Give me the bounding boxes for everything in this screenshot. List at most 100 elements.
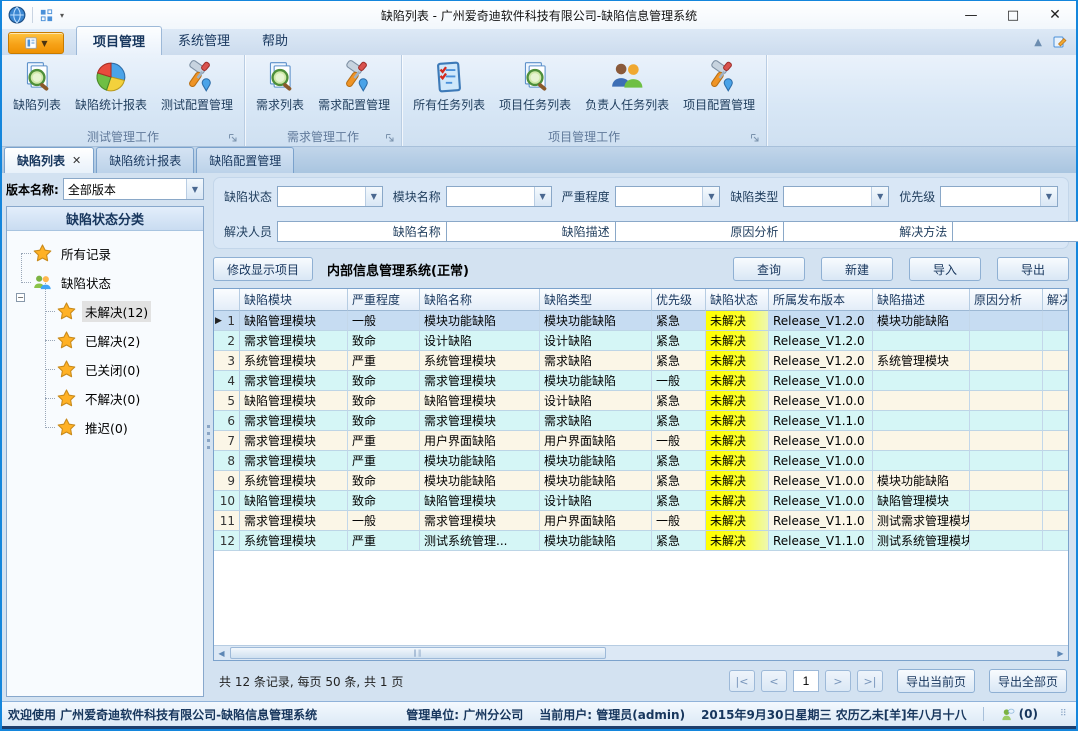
- table-row[interactable]: 11需求管理模块一般需求管理模块用户界面缺陷一般未解决Release_V1.1.…: [214, 511, 1068, 531]
- row-header-cell[interactable]: 4: [214, 371, 240, 391]
- column-header-3[interactable]: 缺陷类型: [540, 289, 652, 311]
- row-header-cell[interactable]: 9: [214, 471, 240, 491]
- chevron-down-icon[interactable]: ▼: [871, 187, 888, 206]
- tree-item-defect-status[interactable]: 缺陷状态: [7, 268, 203, 297]
- horizontal-scrollbar[interactable]: ◀ ‖‖ ▶: [214, 645, 1068, 660]
- ribbon-tab-project-management[interactable]: 项目管理: [76, 26, 162, 55]
- column-header-5[interactable]: 缺陷状态: [706, 289, 769, 311]
- table-row[interactable]: 7需求管理模块严重用户界面缺陷用户界面缺陷一般未解决Release_V1.0.0: [214, 431, 1068, 451]
- owner-task-list-button[interactable]: 负责人任务列表: [578, 57, 676, 116]
- close-button[interactable]: ✕: [1034, 1, 1076, 29]
- modify-display-items-button[interactable]: 修改显示项目: [213, 257, 313, 281]
- table-row[interactable]: 1▶缺陷管理模块一般模块功能缺陷模块功能缺陷紧急未解决Release_V1.2.…: [214, 311, 1068, 331]
- doc-tab-defect-list[interactable]: 缺陷列表✕: [4, 147, 94, 173]
- table-row[interactable]: 2需求管理模块致命设计缺陷设计缺陷紧急未解决Release_V1.2.0: [214, 331, 1068, 351]
- tree-item-all-records[interactable]: 所有记录: [7, 239, 203, 268]
- row-header-cell[interactable]: 12: [214, 531, 240, 551]
- filter-select-severity[interactable]: ▼: [615, 186, 721, 207]
- message-indicator[interactable]: (0): [1000, 707, 1038, 722]
- all-task-list-button[interactable]: 所有任务列表: [406, 57, 492, 116]
- chevron-down-icon[interactable]: ▼: [1040, 187, 1057, 206]
- chevron-down-icon[interactable]: ▼: [702, 187, 719, 206]
- row-header-cell[interactable]: 6: [214, 411, 240, 431]
- page-number-input[interactable]: [793, 670, 819, 692]
- column-header-0[interactable]: 缺陷模块: [240, 289, 348, 311]
- filter-input-solution[interactable]: [952, 221, 1078, 242]
- tree-item-postponed[interactable]: 推迟(0): [7, 413, 203, 442]
- requirement-config-management-button[interactable]: 需求配置管理: [311, 57, 397, 116]
- splitter-handle[interactable]: [204, 173, 213, 701]
- table-row[interactable]: 4需求管理模块致命需求管理模块模块功能缺陷一般未解决Release_V1.0.0: [214, 371, 1068, 391]
- filter-select-module-name[interactable]: ▼: [446, 186, 552, 207]
- test-config-management-button[interactable]: 测试配置管理: [154, 57, 240, 116]
- doc-tab-defect-config-management[interactable]: 缺陷配置管理: [196, 147, 294, 173]
- dialog-launcher-icon[interactable]: [750, 132, 760, 142]
- table-row[interactable]: 5缺陷管理模块致命缺陷管理模块设计缺陷紧急未解决Release_V1.0.0: [214, 391, 1068, 411]
- requirement-list-button[interactable]: 需求列表: [249, 57, 311, 116]
- last-page-button[interactable]: >|: [857, 670, 883, 692]
- minimize-button[interactable]: —: [950, 1, 992, 29]
- ribbon-tab-help[interactable]: 帮助: [246, 26, 304, 55]
- row-header-cell[interactable]: 5: [214, 391, 240, 411]
- ribbon-tab-system-management[interactable]: 系统管理: [162, 26, 246, 55]
- export-button[interactable]: 导出: [997, 257, 1069, 281]
- tree-item-wont-fix[interactable]: 不解决(0): [7, 384, 203, 413]
- app-menu-button[interactable]: ▼: [8, 32, 64, 54]
- column-header-9[interactable]: 解决: [1043, 289, 1068, 311]
- close-tab-icon[interactable]: ✕: [72, 154, 81, 167]
- quick-access-grid-icon[interactable]: [39, 8, 54, 23]
- export-all-pages-button[interactable]: 导出全部页: [989, 669, 1067, 693]
- row-header-cell[interactable]: 11: [214, 511, 240, 531]
- export-current-page-button[interactable]: 导出当前页: [897, 669, 975, 693]
- table-row[interactable]: 12系统管理模块严重测试系统管理...模块功能缺陷紧急未解决Release_V1…: [214, 531, 1068, 551]
- maximize-button[interactable]: □: [992, 1, 1034, 29]
- column-header-7[interactable]: 缺陷描述: [873, 289, 970, 311]
- query-button[interactable]: 查询: [733, 257, 805, 281]
- row-header-cell[interactable]: 2: [214, 331, 240, 351]
- table-row[interactable]: 6需求管理模块致命需求管理模块需求缺陷紧急未解决Release_V1.1.0: [214, 411, 1068, 431]
- row-header-cell[interactable]: 8: [214, 451, 240, 471]
- project-task-list-button[interactable]: 项目任务列表: [492, 57, 578, 116]
- chevron-down-icon[interactable]: ▼: [186, 179, 203, 199]
- defect-statistics-report-button[interactable]: 缺陷统计报表: [68, 57, 154, 116]
- resize-grip[interactable]: ⠿: [1060, 709, 1070, 719]
- quick-access-dropdown-icon[interactable]: ▾: [60, 11, 64, 20]
- chevron-down-icon[interactable]: ▼: [534, 187, 551, 206]
- filter-select-defect-status[interactable]: ▼: [277, 186, 383, 207]
- dialog-launcher-icon[interactable]: [385, 132, 395, 142]
- import-button[interactable]: 导入: [909, 257, 981, 281]
- version-select[interactable]: 全部版本 ▼: [63, 178, 204, 200]
- doc-tab-defect-statistics-report[interactable]: 缺陷统计报表: [96, 147, 194, 173]
- table-row[interactable]: 9系统管理模块致命模块功能缺陷模块功能缺陷紧急未解决Release_V1.0.0…: [214, 471, 1068, 491]
- collapse-ribbon-icon[interactable]: ▲: [1034, 37, 1042, 48]
- table-row[interactable]: 3系统管理模块严重系统管理模块需求缺陷紧急未解决Release_V1.2.0系统…: [214, 351, 1068, 371]
- row-header-cell[interactable]: 10: [214, 491, 240, 511]
- first-page-button[interactable]: |<: [729, 670, 755, 692]
- chevron-down-icon[interactable]: ▼: [365, 187, 382, 206]
- column-header-6[interactable]: 所属发布版本: [769, 289, 873, 311]
- column-header-4[interactable]: 优先级: [652, 289, 706, 311]
- row-header-cell[interactable]: 7: [214, 431, 240, 451]
- column-header-1[interactable]: 严重程度: [348, 289, 420, 311]
- tree-item-resolved[interactable]: 已解决(2): [7, 326, 203, 355]
- scroll-left-icon[interactable]: ◀: [214, 646, 229, 660]
- dialog-launcher-icon[interactable]: [228, 132, 238, 142]
- scroll-right-icon[interactable]: ▶: [1053, 646, 1068, 660]
- defect-list-button[interactable]: 缺陷列表: [6, 57, 68, 116]
- scrollbar-thumb[interactable]: ‖‖: [230, 647, 606, 659]
- style-help-icon[interactable]: [1052, 34, 1068, 50]
- row-header-cell[interactable]: 1▶: [214, 311, 240, 331]
- table-row[interactable]: 8需求管理模块严重模块功能缺陷模块功能缺陷紧急未解决Release_V1.0.0: [214, 451, 1068, 471]
- new-button[interactable]: 新建: [821, 257, 893, 281]
- project-config-management-button[interactable]: 项目配置管理: [676, 57, 762, 116]
- filter-select-defect-type[interactable]: ▼: [783, 186, 889, 207]
- table-row[interactable]: 10缺陷管理模块致命缺陷管理模块设计缺陷紧急未解决Release_V1.0.0缺…: [214, 491, 1068, 511]
- tree-item-closed[interactable]: 已关闭(0): [7, 355, 203, 384]
- column-header-2[interactable]: 缺陷名称: [420, 289, 540, 311]
- tree-item-unresolved[interactable]: 未解决(12): [7, 297, 203, 326]
- row-header-cell[interactable]: 3: [214, 351, 240, 371]
- column-header-8[interactable]: 原因分析: [970, 289, 1043, 311]
- next-page-button[interactable]: >: [825, 670, 851, 692]
- prev-page-button[interactable]: <: [761, 670, 787, 692]
- filter-select-priority[interactable]: ▼: [940, 186, 1058, 207]
